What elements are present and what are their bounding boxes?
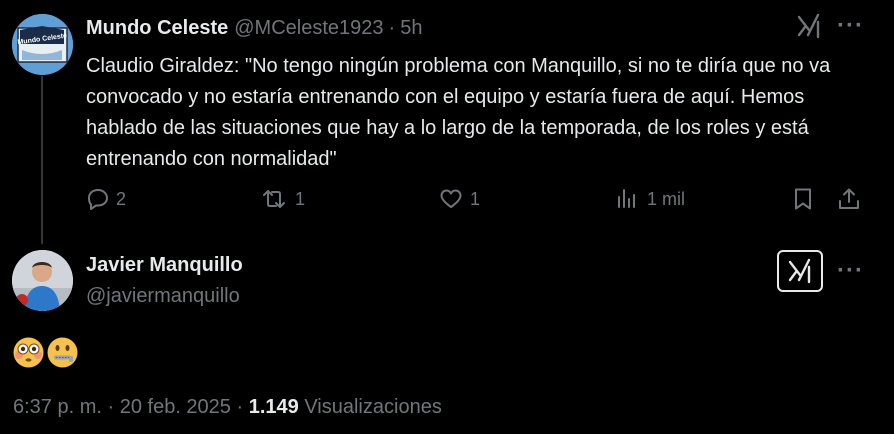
- profile-photo-icon: [12, 250, 73, 311]
- like-button[interactable]: 1: [438, 186, 480, 212]
- post1-timestamp[interactable]: 5h: [400, 17, 422, 40]
- post2-views-label: Visualizaciones: [298, 396, 442, 418]
- more-options-button-post2[interactable]: ···: [837, 257, 864, 285]
- post2-author-name[interactable]: Javier Manquillo: [86, 254, 243, 277]
- thread-connector-line: [41, 76, 43, 244]
- grok-button-post1[interactable]: [795, 12, 823, 45]
- post2-datetime[interactable]: 6:37 p. m. · 20 feb. 2025 ·: [13, 396, 249, 418]
- bookmark-button[interactable]: [790, 186, 816, 212]
- grok-icon: [788, 258, 811, 284]
- post1-header: Mundo Celeste @MCeleste1923 · 5h: [86, 17, 422, 40]
- zipper-mouth-face-icon: [47, 337, 78, 373]
- mundo-celeste-logo-icon: Mundo Celeste: [12, 14, 73, 75]
- repost-button[interactable]: 1: [259, 186, 305, 212]
- repost-count: 1: [295, 188, 306, 209]
- post1-author-name[interactable]: Mundo Celeste: [86, 17, 228, 40]
- avatar-javier-manquillo[interactable]: [12, 250, 73, 311]
- share-icon: [839, 188, 859, 209]
- reply-icon: [88, 189, 108, 210]
- grok-button-post2[interactable]: [777, 250, 823, 292]
- more-options-button-post1[interactable]: ···: [837, 12, 864, 40]
- post1-action-bar: 2 1 1 1 mil: [84, 186, 864, 216]
- post2-author-handle[interactable]: @javiermanquillo: [86, 285, 240, 308]
- post1-text: Claudio Giraldez: "No tengo ningún probl…: [86, 55, 831, 170]
- reply-button[interactable]: 2: [84, 186, 126, 212]
- reply-count: 2: [116, 188, 127, 209]
- like-count: 1: [470, 188, 481, 209]
- repost-icon: [263, 190, 285, 208]
- views-button[interactable]: 1 mil: [615, 186, 685, 212]
- grok-icon: [797, 13, 820, 39]
- avatar-mundo-celeste[interactable]: Mundo Celeste: [12, 14, 73, 75]
- post1-separator: ·: [388, 17, 396, 39]
- flushed-face-icon: [13, 337, 44, 373]
- share-button[interactable]: [836, 186, 862, 212]
- post1-author-handle[interactable]: @MCeleste1923: [234, 17, 383, 40]
- heart-icon: [440, 189, 462, 208]
- post2-meta: 6:37 p. m. · 20 feb. 2025 · 1.149 Visual…: [13, 396, 442, 419]
- analytics-bars-icon: [618, 189, 635, 208]
- post2-views-count: 1.149: [248, 396, 299, 418]
- post2-content: [13, 337, 78, 373]
- bookmark-icon: [795, 188, 811, 210]
- views-count: 1 mil: [647, 188, 686, 209]
